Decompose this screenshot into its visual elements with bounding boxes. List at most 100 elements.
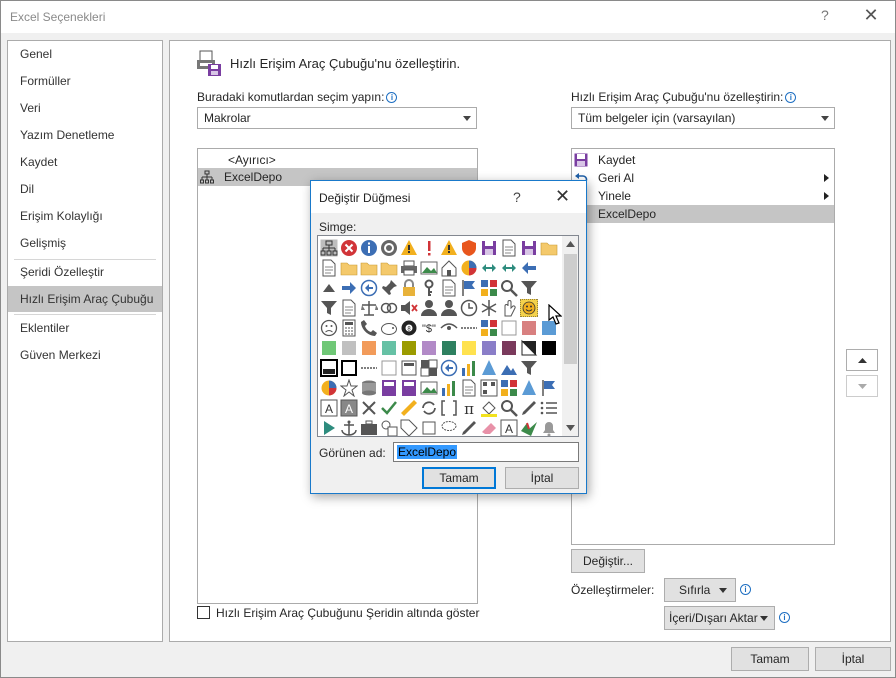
- reset-button[interactable]: Sıfırla: [664, 578, 736, 602]
- scroll-up-icon[interactable]: [566, 241, 575, 247]
- symbol-option-icon[interactable]: [360, 259, 378, 277]
- symbol-option-icon[interactable]: [320, 339, 338, 357]
- symbol-option-icon[interactable]: [460, 339, 478, 357]
- symbol-option-icon[interactable]: [500, 399, 518, 417]
- symbol-option-icon[interactable]: [480, 299, 498, 317]
- nav-item-erisim-kolayligi[interactable]: Erişim Kolaylığı: [8, 203, 162, 229]
- symbol-option-icon[interactable]: [440, 339, 458, 357]
- symbol-option-icon[interactable]: [380, 299, 398, 317]
- symbol-option-icon[interactable]: [480, 239, 498, 257]
- symbol-option-icon[interactable]: "$": [420, 319, 438, 337]
- move-up-button[interactable]: [846, 349, 878, 371]
- nav-item-formuller[interactable]: Formüller: [8, 68, 162, 94]
- symbol-option-icon[interactable]: [540, 399, 558, 417]
- symbol-option-icon[interactable]: [320, 379, 338, 397]
- symbol-option-icon[interactable]: [420, 259, 438, 277]
- dialog-ok-button[interactable]: Tamam: [422, 467, 496, 489]
- symbol-grid[interactable]: Aπ A A "$" 8: [317, 235, 579, 437]
- symbol-option-icon[interactable]: [320, 299, 338, 317]
- symbol-option-icon[interactable]: [340, 239, 358, 257]
- dialog-help-button[interactable]: ?: [513, 189, 521, 205]
- symbol-scrollbar[interactable]: [562, 236, 578, 436]
- symbol-option-icon[interactable]: [340, 299, 358, 317]
- help-button[interactable]: ?: [821, 7, 837, 27]
- nav-item-veri[interactable]: Veri: [8, 95, 162, 121]
- nav-item-dil[interactable]: Dil: [8, 176, 162, 202]
- list-item-exceldepo[interactable]: ExcelDepo: [572, 205, 834, 223]
- symbol-option-icon[interactable]: [340, 379, 358, 397]
- symbol-option-icon[interactable]: [500, 279, 518, 297]
- list-item-geri-al[interactable]: Geri Al: [572, 169, 834, 187]
- symbol-option-icon[interactable]: [420, 379, 438, 397]
- symbol-option-icon[interactable]: [400, 239, 418, 257]
- qat-commands-list[interactable]: Kaydet Geri Al Yinele ExcelDepo: [571, 148, 835, 545]
- scroll-thumb[interactable]: [564, 254, 577, 364]
- display-name-input[interactable]: ExcelDepo: [393, 442, 579, 462]
- symbol-option-icon[interactable]: [440, 299, 458, 317]
- symbol-option-icon[interactable]: [340, 359, 358, 377]
- symbol-option-icon[interactable]: [440, 279, 458, 297]
- symbol-option-icon[interactable]: [400, 379, 418, 397]
- symbol-option-icon[interactable]: [460, 239, 478, 257]
- symbol-option-icon[interactable]: [380, 259, 398, 277]
- symbol-option-icon[interactable]: [320, 239, 338, 257]
- symbol-option-icon[interactable]: [360, 319, 378, 337]
- symbol-option-icon[interactable]: [380, 319, 398, 337]
- symbol-option-icon[interactable]: [380, 419, 398, 437]
- symbol-option-icon[interactable]: [520, 259, 538, 277]
- scroll-down-icon[interactable]: [566, 425, 575, 431]
- symbol-option-icon[interactable]: [420, 399, 438, 417]
- symbol-option-icon[interactable]: [500, 299, 518, 317]
- symbol-option-icon[interactable]: [360, 419, 378, 437]
- nav-item-yazim-denetleme[interactable]: Yazım Denetleme: [8, 122, 162, 148]
- symbol-option-icon[interactable]: [460, 279, 478, 297]
- dialog-close-button[interactable]: ✕: [555, 186, 570, 207]
- close-button[interactable]: ✕: [859, 5, 883, 29]
- symbol-option-icon[interactable]: [520, 279, 538, 297]
- symbol-option-icon[interactable]: [460, 359, 478, 377]
- symbol-option-icon[interactable]: [360, 239, 378, 257]
- symbol-option-icon[interactable]: [320, 319, 338, 337]
- symbol-option-icon[interactable]: [440, 359, 458, 377]
- symbol-option-icon[interactable]: [440, 319, 458, 337]
- symbol-option-icon[interactable]: [520, 399, 538, 417]
- cancel-button[interactable]: İptal: [815, 647, 891, 671]
- symbol-option-icon[interactable]: [480, 319, 498, 337]
- symbol-option-icon[interactable]: A: [500, 419, 518, 437]
- symbol-option-icon[interactable]: [480, 259, 498, 277]
- symbol-option-icon[interactable]: [440, 379, 458, 397]
- ok-button[interactable]: Tamam: [731, 647, 809, 671]
- symbol-option-icon[interactable]: [480, 379, 498, 397]
- list-item-kaydet[interactable]: Kaydet: [572, 151, 834, 169]
- symbol-option-icon[interactable]: [380, 339, 398, 357]
- symbol-option-icon[interactable]: [420, 239, 438, 257]
- info-icon[interactable]: i: [386, 92, 398, 103]
- symbol-option-icon[interactable]: [400, 339, 418, 357]
- symbol-option-icon[interactable]: [480, 279, 498, 297]
- symbol-option-icon[interactable]: [520, 419, 538, 437]
- symbol-option-icon[interactable]: A: [320, 399, 338, 417]
- symbol-option-icon[interactable]: [340, 259, 358, 277]
- symbol-option-icon[interactable]: [500, 359, 518, 377]
- nav-item-eklentiler[interactable]: Eklentiler: [8, 315, 162, 341]
- nav-item-gelismis[interactable]: Gelişmiş: [8, 230, 162, 256]
- info-icon[interactable]: i: [785, 92, 797, 103]
- import-export-button[interactable]: İçeri/Dışarı Aktar: [664, 606, 775, 630]
- symbol-option-icon[interactable]: [400, 299, 418, 317]
- symbol-option-icon[interactable]: [520, 239, 538, 257]
- symbol-option-icon[interactable]: [500, 319, 518, 337]
- symbol-option-icon[interactable]: [360, 399, 378, 417]
- nav-item-seridi-ozellestir[interactable]: Şeridi Özelleştir: [8, 259, 162, 285]
- symbol-option-icon[interactable]: [420, 419, 438, 437]
- symbol-option-icon[interactable]: [460, 299, 478, 317]
- nav-item-hizli-erisim[interactable]: Hızlı Erişim Araç Çubuğu: [8, 286, 162, 312]
- symbol-option-icon[interactable]: [320, 419, 338, 437]
- modify-button[interactable]: Değiştir...: [571, 549, 645, 573]
- symbol-option-icon[interactable]: [480, 419, 498, 437]
- symbol-option-icon[interactable]: [360, 379, 378, 397]
- symbol-option-icon[interactable]: [380, 379, 398, 397]
- nav-item-kaydet[interactable]: Kaydet: [8, 149, 162, 175]
- symbol-option-icon[interactable]: [420, 279, 438, 297]
- symbol-option-icon[interactable]: [500, 259, 518, 277]
- nav-item-genel[interactable]: Genel: [8, 41, 162, 67]
